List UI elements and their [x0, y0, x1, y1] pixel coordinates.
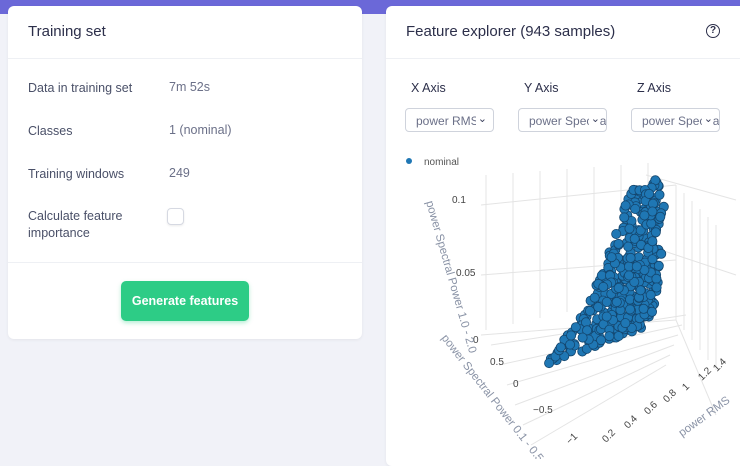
y-tick: 0.5	[490, 357, 504, 368]
generate-features-button[interactable]: Generate features	[121, 281, 249, 321]
data-point	[555, 342, 566, 353]
x-tick: 0.2	[600, 427, 618, 445]
data-point	[651, 273, 662, 284]
x-tick: 1	[680, 381, 692, 393]
chevron-down-icon: ⌄	[701, 112, 713, 125]
data-point	[623, 241, 634, 252]
data-point	[630, 204, 641, 215]
data-point	[584, 305, 595, 316]
data-point	[647, 254, 658, 265]
points	[544, 175, 669, 369]
x-tick: 1.4	[711, 356, 729, 374]
data-point	[613, 282, 624, 293]
x-axis-select[interactable]: power RMS ⌄	[405, 108, 494, 132]
data-point	[645, 289, 656, 300]
data-point	[655, 211, 666, 222]
x-axis-value: power RMS	[416, 114, 479, 128]
help-icon[interactable]: ?	[706, 24, 720, 38]
data-point	[620, 200, 631, 211]
row-value: 249	[169, 166, 190, 180]
card-title: Training set	[28, 23, 106, 40]
data-point	[624, 304, 635, 315]
data-point	[611, 296, 622, 307]
data-point	[593, 302, 604, 313]
x-axis-label: X Axis	[411, 81, 446, 95]
data-point	[598, 281, 609, 292]
data-point	[654, 189, 665, 200]
x-tick: 0.8	[661, 387, 679, 405]
data-point	[623, 270, 634, 281]
data-point	[646, 306, 657, 317]
data-point	[620, 318, 631, 329]
data-point	[570, 322, 581, 333]
divider	[8, 58, 362, 59]
data-point	[639, 210, 650, 221]
divider	[8, 262, 362, 263]
row-label: Training windows	[28, 167, 125, 181]
data-point	[601, 311, 612, 322]
row-value: 1 (nominal)	[169, 123, 232, 137]
y-axis-select[interactable]: power Spectral Power 0.1 - 0.5⌄	[518, 108, 607, 132]
data-point	[601, 296, 612, 307]
data-point	[624, 223, 635, 234]
data-point	[577, 332, 588, 343]
y-axis-title: power Spectral Power 0.1 - 0.5	[439, 332, 546, 459]
chevron-down-icon: ⌄	[588, 112, 600, 125]
data-point	[589, 292, 600, 303]
x-tick: 0.4	[622, 413, 640, 431]
data-point	[613, 331, 624, 342]
y-tick: 0	[513, 379, 519, 390]
data-point	[613, 238, 624, 249]
data-point	[625, 252, 636, 263]
data-point	[606, 252, 617, 263]
data-point	[638, 303, 649, 314]
z-tick: 0.05	[456, 268, 476, 279]
feature-importance-checkbox[interactable]	[167, 208, 184, 225]
y-tick: −0.5	[533, 405, 553, 416]
chevron-down-icon: ⌄	[475, 112, 487, 125]
z-axis-label: Z Axis	[637, 81, 672, 95]
row-value: 7m 52s	[169, 80, 210, 94]
z-axis-select[interactable]: power Spectral Power 1.0 - 2.0⌄	[631, 108, 720, 132]
data-point	[544, 358, 555, 369]
row-label: Data in training set	[28, 81, 133, 95]
y-axis-label: Y Axis	[524, 81, 559, 95]
data-point	[651, 282, 662, 293]
data-point	[611, 229, 622, 240]
divider	[386, 58, 740, 59]
data-point	[644, 188, 655, 199]
x-axis-title: power RMS	[677, 394, 733, 439]
grid-line	[675, 319, 717, 416]
card-title: Feature explorer (943 samples)	[406, 23, 616, 40]
grid-line	[514, 344, 675, 406]
x-tick: 0.6	[642, 399, 660, 417]
data-point	[647, 236, 658, 247]
data-point	[650, 227, 661, 238]
data-point	[656, 248, 667, 259]
y-tick: −1	[564, 431, 580, 447]
scatter-3d-plot[interactable]: nominal 0.1 0.05 0 0.5 0 −0.5 −1 0.2 0.4…	[386, 145, 740, 459]
data-point	[635, 285, 646, 296]
data-point	[565, 339, 576, 350]
row-label: Classes	[28, 124, 73, 138]
data-point	[631, 261, 642, 272]
data-point	[566, 330, 577, 341]
feature-importance-label: Calculate feature importance	[28, 209, 123, 240]
training-set-card: Training set Data in training set 7m 52s…	[8, 6, 362, 339]
data-point	[619, 212, 630, 223]
z-tick: 0.1	[452, 195, 466, 206]
data-point	[604, 331, 615, 342]
legend-marker	[406, 158, 412, 164]
legend-label[interactable]: nominal	[424, 157, 459, 168]
